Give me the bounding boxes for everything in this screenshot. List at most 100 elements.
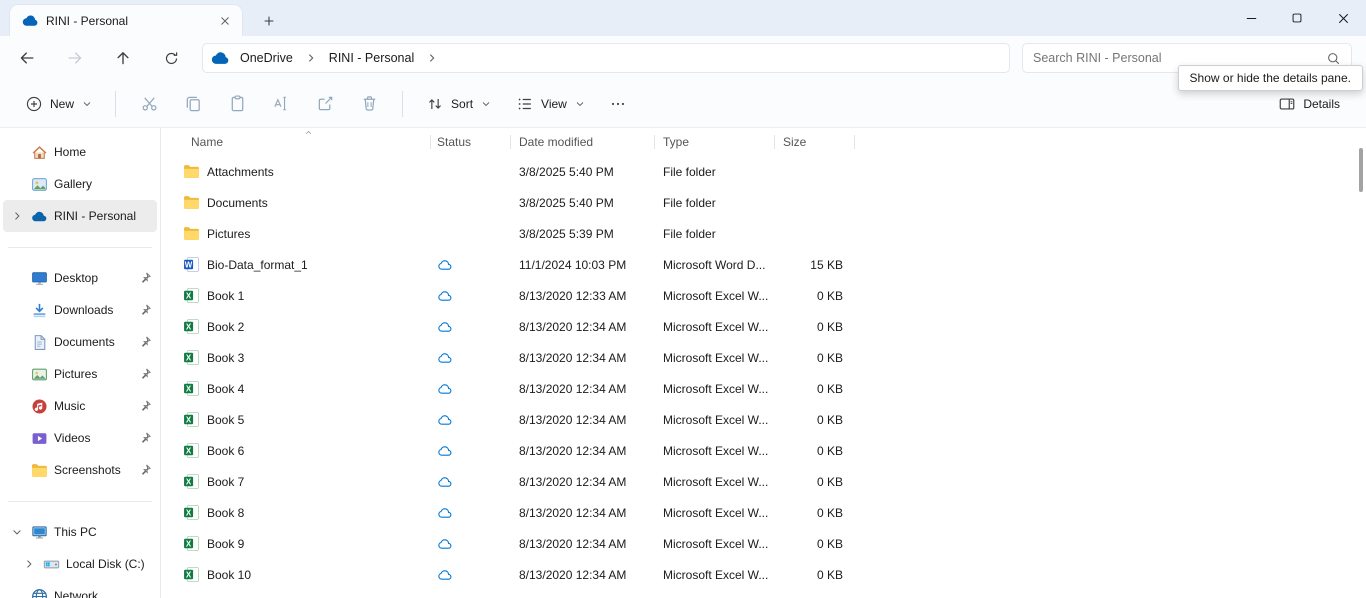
file-date-modified: 8/13/2020 12:34 AM [511, 435, 655, 466]
address-bar[interactable]: OneDrive RINI - Personal [202, 43, 1010, 73]
chevron-down-icon[interactable] [9, 524, 25, 540]
search-input[interactable] [1033, 51, 1320, 65]
sidebar-item-label: Desktop [54, 271, 132, 285]
column-header-type[interactable]: Type [655, 128, 775, 156]
column-header-status[interactable]: Status [431, 128, 511, 156]
svg-text:W: W [185, 260, 193, 269]
cloud-status-icon [437, 536, 453, 552]
file-type: File folder [655, 187, 775, 218]
chevron-right-icon[interactable] [21, 556, 37, 572]
file-row[interactable]: XBook 58/13/2020 12:34 AMMicrosoft Excel… [161, 404, 1366, 435]
command-bar: New Sort [0, 80, 1366, 128]
chevron-right-icon[interactable] [9, 208, 25, 224]
file-row[interactable]: Documents3/8/2025 5:40 PMFile folder [161, 187, 1366, 218]
file-row[interactable]: Pictures3/8/2025 5:39 PMFile folder [161, 218, 1366, 249]
breadcrumb-rini-personal[interactable]: RINI - Personal [322, 48, 421, 68]
view-button[interactable]: View [506, 89, 596, 119]
maximize-button[interactable] [1274, 0, 1320, 36]
sidebar-item-gallery[interactable]: Gallery [3, 168, 157, 200]
file-status [431, 311, 511, 342]
file-row[interactable]: XBook 38/13/2020 12:34 AMMicrosoft Excel… [161, 342, 1366, 373]
refresh-button[interactable] [156, 43, 186, 73]
file-row[interactable]: XBook 68/13/2020 12:34 AMMicrosoft Excel… [161, 435, 1366, 466]
sidebar-item-desktop[interactable]: Desktop [3, 262, 157, 294]
home-icon [31, 144, 48, 161]
file-row[interactable]: XBook 18/13/2020 12:33 AMMicrosoft Excel… [161, 280, 1366, 311]
file-row[interactable]: WBio-Data_format_111/1/2024 10:03 PMMicr… [161, 249, 1366, 280]
view-icon [516, 95, 534, 113]
delete-button[interactable] [349, 86, 389, 122]
file-row[interactable]: XBook 88/13/2020 12:34 AMMicrosoft Excel… [161, 497, 1366, 528]
more-options-button[interactable] [600, 86, 636, 122]
new-button[interactable]: New [16, 89, 102, 119]
file-name: Attachments [207, 165, 274, 179]
close-button[interactable] [1320, 0, 1366, 36]
sidebar-item-screenshots[interactable]: Screenshots [3, 454, 157, 486]
sidebar-item-music[interactable]: Music [3, 390, 157, 422]
new-tab-button[interactable] [256, 8, 282, 34]
search-icon[interactable] [1326, 51, 1341, 66]
column-header-label: Status [437, 135, 471, 149]
sidebar-item-label: Local Disk (C:) [66, 557, 157, 571]
onedrive-icon [211, 52, 229, 65]
sidebar-item-home[interactable]: Home [3, 136, 157, 168]
disk-icon [43, 556, 60, 573]
excel-icon: X [183, 380, 200, 397]
sidebar-item-this-pc[interactable]: This PC [3, 516, 157, 548]
chevron-right-icon[interactable] [304, 53, 318, 63]
chevron-right-icon[interactable] [425, 53, 439, 63]
excel-icon: X [183, 535, 200, 552]
cloud-status-icon [437, 319, 453, 335]
breadcrumb-onedrive[interactable]: OneDrive [233, 48, 300, 68]
column-header-size[interactable]: Size [775, 128, 855, 156]
folder-icon [183, 225, 200, 242]
folder-icon [31, 462, 48, 479]
minimize-button[interactable] [1228, 0, 1274, 36]
sidebar-item-pictures[interactable]: Pictures [3, 358, 157, 390]
file-date-modified: 8/13/2020 12:34 AM [511, 404, 655, 435]
sort-button[interactable]: Sort [416, 89, 502, 119]
file-row[interactable]: XBook 108/13/2020 12:34 AMMicrosoft Exce… [161, 559, 1366, 590]
sidebar-item-local-disk-c[interactable]: Local Disk (C:) [3, 548, 157, 580]
copy-button[interactable] [173, 86, 213, 122]
back-button[interactable] [12, 43, 42, 73]
file-row[interactable]: XBook 48/13/2020 12:34 AMMicrosoft Excel… [161, 373, 1366, 404]
file-status [431, 249, 511, 280]
cut-button[interactable] [129, 86, 169, 122]
forward-button[interactable] [60, 43, 90, 73]
column-header-date-modified[interactable]: Date modified [511, 128, 655, 156]
file-row[interactable]: XBook 98/13/2020 12:34 AMMicrosoft Excel… [161, 528, 1366, 559]
column-header-name[interactable]: Name [161, 128, 431, 156]
sidebar-item-downloads[interactable]: Downloads [3, 294, 157, 326]
svg-text:X: X [186, 477, 192, 486]
column-header-label: Name [191, 135, 223, 149]
file-name: Book 5 [207, 413, 244, 427]
sidebar-item-videos[interactable]: Videos [3, 422, 157, 454]
sidebar-item-documents[interactable]: Documents [3, 326, 157, 358]
paste-button[interactable] [217, 86, 257, 122]
share-button[interactable] [305, 86, 345, 122]
up-button[interactable] [108, 43, 138, 73]
cloud-status-icon [437, 288, 453, 304]
file-row[interactable]: XBook 78/13/2020 12:34 AMMicrosoft Excel… [161, 466, 1366, 497]
sidebar-item-network[interactable]: Network [3, 580, 157, 598]
file-name: Book 3 [207, 351, 244, 365]
sidebar-item-label: Videos [54, 431, 132, 445]
pictures-icon [31, 366, 48, 383]
file-row[interactable]: Attachments3/8/2025 5:40 PMFile folder [161, 156, 1366, 187]
sidebar-item-rini-personal[interactable]: RINI - Personal [3, 200, 157, 232]
explorer-tab[interactable]: RINI - Personal [10, 5, 242, 36]
folder-icon [183, 194, 200, 211]
excel-icon: X [183, 349, 200, 366]
file-type: Microsoft Excel W... [655, 342, 775, 373]
vertical-scrollbar-thumb[interactable] [1359, 148, 1363, 192]
file-row[interactable]: XBook 28/13/2020 12:34 AMMicrosoft Excel… [161, 311, 1366, 342]
file-date-modified: 3/8/2025 5:40 PM [511, 187, 655, 218]
file-size: 0 KB [775, 342, 855, 373]
downloads-icon [31, 302, 48, 319]
file-status [431, 187, 511, 218]
sidebar-item-label: Pictures [54, 367, 132, 381]
rename-button[interactable] [261, 86, 301, 122]
tab-close-icon[interactable] [214, 10, 236, 32]
details-toggle-button[interactable]: Details [1268, 89, 1350, 119]
